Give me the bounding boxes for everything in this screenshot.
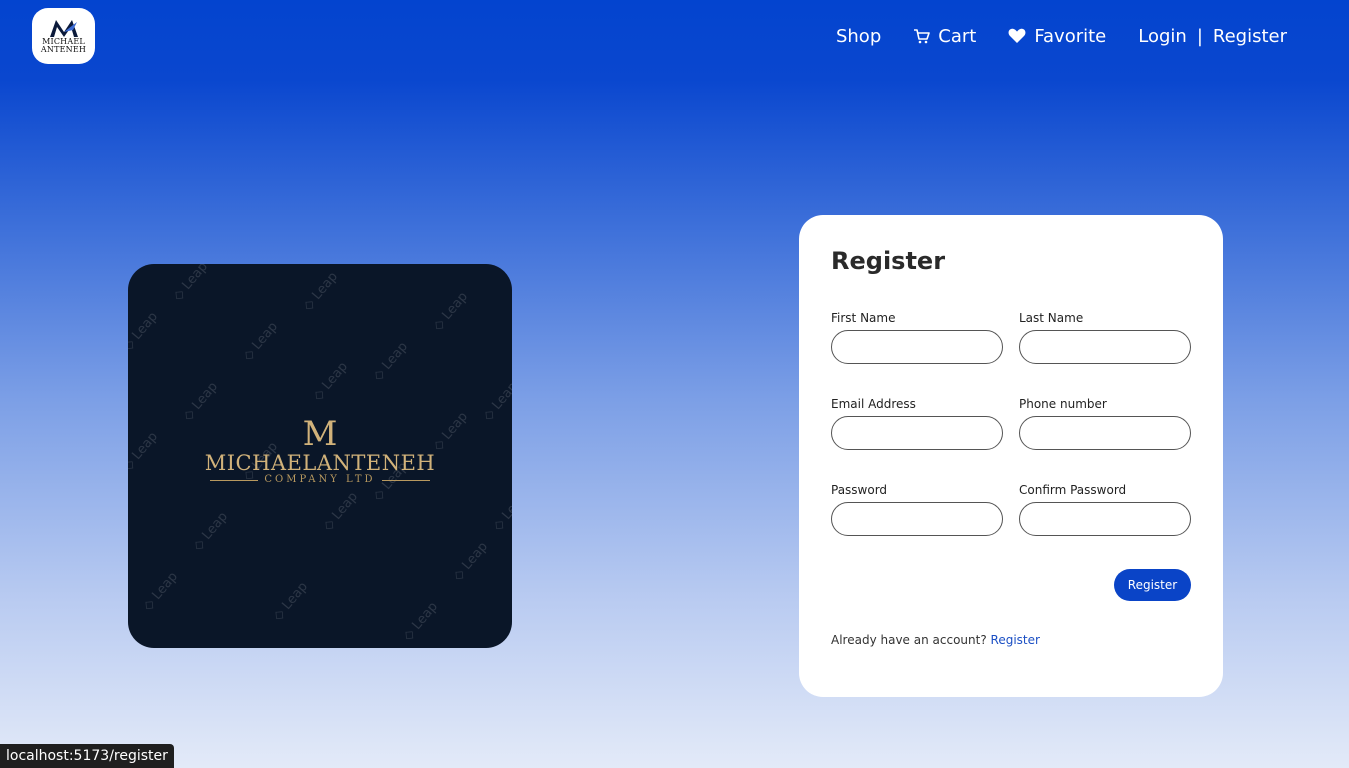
confirm-password-field: Confirm Password: [1019, 483, 1191, 536]
nav-cart[interactable]: Cart: [913, 26, 976, 47]
status-bar-url: localhost:5173/register: [0, 744, 174, 768]
brand-name: MICHAELANTENEH: [204, 451, 436, 475]
watermark-text: ◇ Leap: [450, 539, 492, 584]
nav-shop-label: Shop: [835, 25, 882, 47]
password-field: Password: [831, 483, 1003, 536]
watermark-text: ◇ Leap: [300, 269, 342, 314]
register-card: Register First Name Last Name Email Addr…: [799, 215, 1223, 697]
login-prompt-text: Already have an account?: [831, 633, 987, 647]
watermark-text: ◇ Leap: [320, 489, 362, 534]
watermark-text: ◇ Leap: [128, 309, 162, 354]
login-prompt: Already have an account? Register: [831, 633, 1040, 647]
watermark-text: ◇ Leap: [430, 289, 472, 334]
watermark-text: ◇ Leap: [370, 339, 412, 384]
register-button[interactable]: Register: [1114, 569, 1191, 601]
last-name-field: Last Name: [1019, 311, 1191, 364]
nav-favorite-label: Favorite: [1034, 25, 1107, 47]
brand-monogram: M: [302, 414, 338, 454]
form-title: Register: [831, 247, 946, 275]
brand-subtitle: COMPANY LTD: [264, 474, 376, 485]
watermark-text: ◇ Leap: [140, 569, 182, 614]
watermark-text: ◇ Leap: [310, 359, 352, 404]
confirm-password-input[interactable]: [1019, 502, 1191, 536]
heart-icon: [1008, 28, 1026, 43]
cart-icon: [914, 29, 931, 44]
watermark-text: ◇ Leap: [270, 579, 312, 624]
brand-logo: M MICHAELANTENEH COMPANY LTD: [128, 416, 512, 486]
login-prompt-link[interactable]: Register: [991, 633, 1040, 647]
nav-auth: Login | Register: [1138, 26, 1287, 47]
nav-login[interactable]: Login: [1138, 26, 1187, 47]
divider: [381, 479, 430, 481]
first-name-input[interactable]: [831, 330, 1003, 364]
main-nav: Shop Cart Favorite Login | Register: [804, 22, 1287, 50]
watermark-text: ◇ Leap: [240, 319, 282, 364]
nav-register[interactable]: Register: [1213, 26, 1287, 47]
first-name-field: First Name: [831, 311, 1003, 364]
first-name-label: First Name: [831, 311, 896, 325]
phone-input[interactable]: [1019, 416, 1191, 450]
logo-text-line2: ANTENEH: [40, 45, 87, 54]
last-name-input[interactable]: [1019, 330, 1191, 364]
nav-cart-label: Cart: [938, 25, 977, 47]
watermark-text: ◇ Leap: [190, 509, 232, 554]
watermark-text: ◇ Leap: [490, 489, 512, 534]
logo-mark-icon: [49, 20, 78, 37]
divider: [210, 479, 259, 481]
email-label: Email Address: [831, 397, 916, 411]
brand-subtitle-row: COMPANY LTD: [128, 474, 512, 486]
nav-separator: |: [1196, 25, 1203, 47]
password-label: Password: [831, 483, 888, 497]
phone-field: Phone number: [1019, 397, 1191, 450]
brand-image: ◇ Leap ◇ Leap ◇ Leap ◇ Leap ◇ Leap ◇ Leap ◇ Le…: [128, 264, 512, 648]
nav-favorite[interactable]: Favorite: [1008, 26, 1106, 47]
nav-shop[interactable]: Shop: [836, 26, 881, 47]
confirm-password-label: Confirm Password: [1019, 483, 1127, 497]
phone-label: Phone number: [1019, 397, 1107, 411]
email-field: Email Address: [831, 397, 1003, 450]
site-logo[interactable]: MICHAEL ANTENEH: [32, 8, 95, 64]
email-input[interactable]: [831, 416, 1003, 450]
password-input[interactable]: [831, 502, 1003, 536]
last-name-label: Last Name: [1019, 311, 1084, 325]
watermark-text: ◇ Leap: [400, 599, 442, 644]
watermark-text: ◇ Leap: [170, 264, 212, 304]
